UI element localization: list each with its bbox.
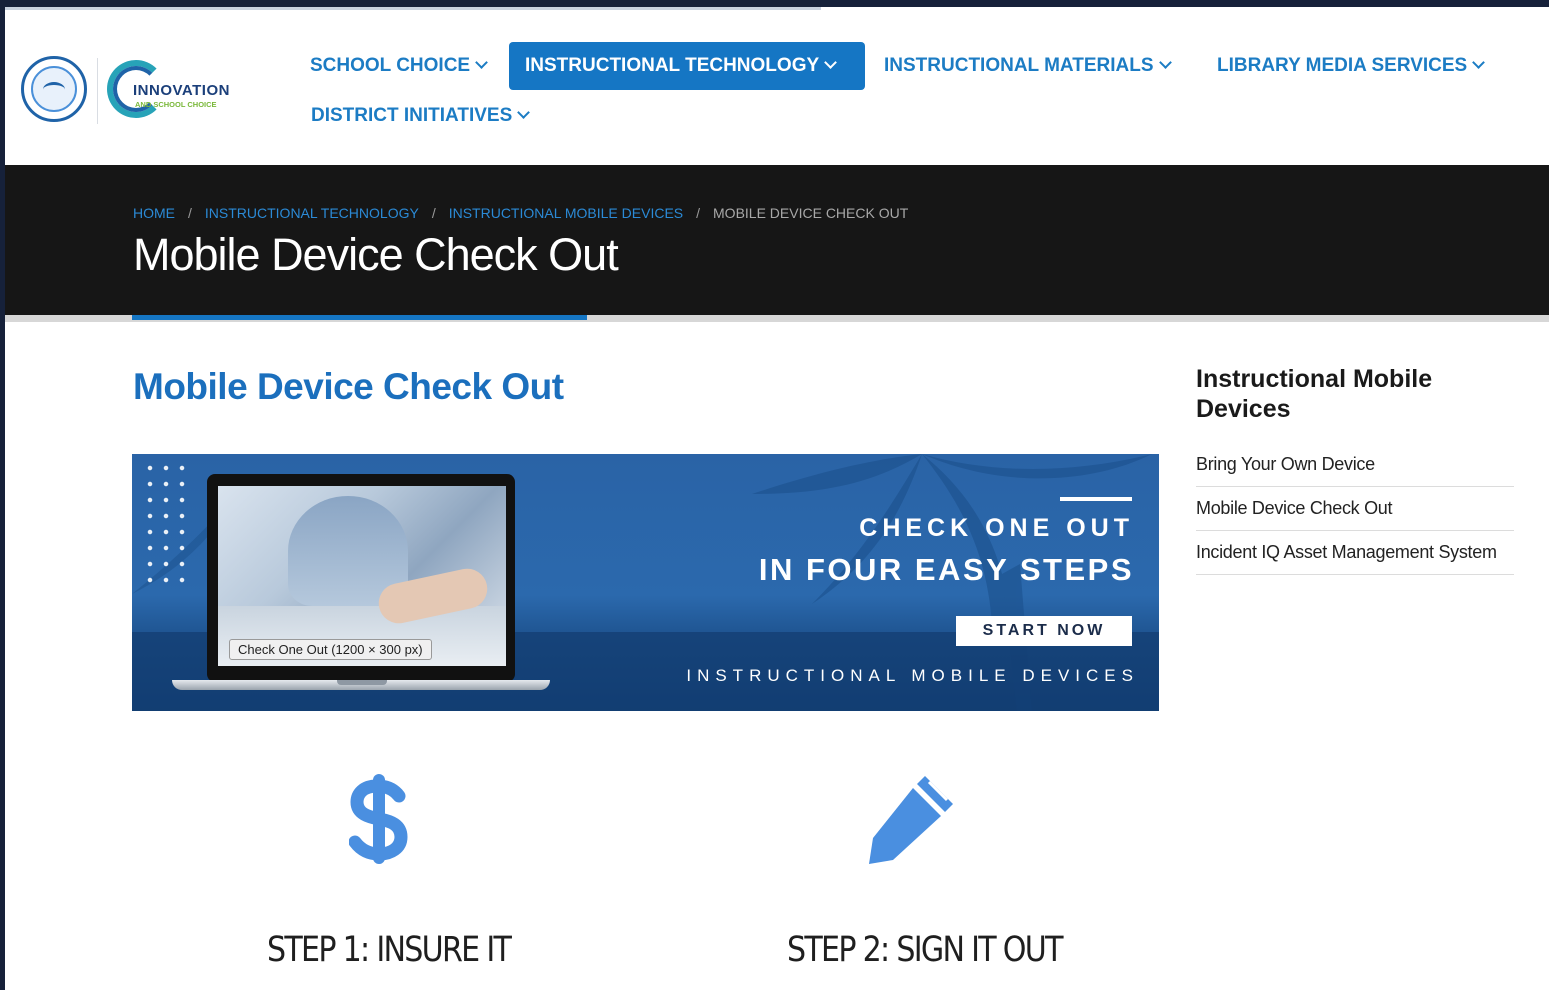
nav-label: INSTRUCTIONAL TECHNOLOGY	[525, 55, 820, 76]
district-seal-logo[interactable]	[21, 56, 87, 122]
breadcrumb-separator: /	[696, 205, 701, 221]
pencil-icon	[869, 776, 953, 864]
breadcrumb-instructional-technology[interactable]: INSTRUCTIONAL TECHNOLOGY	[205, 205, 419, 221]
page-title: Mobile Device Check Out	[133, 229, 619, 280]
dollar-icon	[349, 774, 408, 864]
page: INNOVATION AND SCHOOL CHOICE SCHOOL CHOI…	[5, 7, 1549, 990]
banner-subheadline: IN FOUR EASY STEPS	[758, 552, 1134, 587]
sidebar-link-byod[interactable]: Bring Your Own Device	[1196, 443, 1514, 487]
logo-divider	[97, 58, 98, 124]
nav-instructional-materials[interactable]: INSTRUCTIONAL MATERIALS	[868, 42, 1186, 90]
sidebar-link-mobile-device-check-out[interactable]: Mobile Device Check Out	[1196, 487, 1514, 531]
breadcrumb-current: MOBILE DEVICE CHECK OUT	[713, 205, 909, 221]
sidebar-title: Instructional Mobile Devices	[1196, 365, 1433, 423]
step-2-title: STEP 2: SIGN IT OUT	[787, 930, 1063, 970]
nav-label: DISTRICT INITIATIVES	[311, 105, 513, 126]
innovation-logo[interactable]: INNOVATION AND SCHOOL CHOICE	[107, 50, 232, 128]
step-1-title: STEP 1: INSURE IT	[267, 930, 512, 970]
nav-school-choice[interactable]: SCHOOL CHOICE	[294, 42, 502, 90]
nav-label: SCHOOL CHOICE	[310, 55, 471, 76]
breadcrumb-separator: /	[431, 205, 436, 221]
dots-decoration	[142, 460, 194, 590]
banner-headline: CHECK ONE OUT	[859, 514, 1134, 542]
breadcrumb-separator: /	[188, 205, 192, 221]
sidebar-link-incident-iq[interactable]: Incident IQ Asset Management System	[1196, 531, 1514, 575]
chevron-down-icon	[517, 106, 531, 119]
nav-library-media-services[interactable]: LIBRARY MEDIA SERVICES	[1201, 42, 1499, 90]
breadcrumb: HOME / INSTRUCTIONAL TECHNOLOGY / INSTRUCTIO…	[133, 205, 908, 221]
chevron-down-icon	[475, 56, 488, 69]
breadcrumb-home[interactable]: HOME	[133, 205, 175, 221]
laptop-notch	[337, 680, 387, 685]
check-out-banner[interactable]: Check One Out (1200 × 300 px) CHECK ONE …	[132, 454, 1159, 711]
chevron-down-icon	[824, 56, 838, 69]
banner-footer-text: INSTRUCTIONAL MOBILE DEVICES	[686, 666, 1139, 685]
seal-book-icon	[31, 66, 77, 112]
nav-district-initiatives[interactable]: DISTRICT INITIATIVES	[295, 92, 544, 140]
logo-subtitle: AND SCHOOL CHOICE	[135, 100, 217, 109]
nav-label: LIBRARY MEDIA SERVICES	[1217, 55, 1468, 76]
image-alt-tooltip: Check One Out (1200 × 300 px)	[229, 639, 432, 660]
hero-accent-bar	[132, 315, 587, 320]
banner-rule	[1060, 497, 1132, 501]
content-title: Mobile Device Check Out	[133, 366, 564, 407]
breadcrumb-instructional-mobile-devices[interactable]: INSTRUCTIONAL MOBILE DEVICES	[449, 205, 683, 221]
sidebar-links: Bring Your Own Device Mobile Device Chec…	[1196, 443, 1514, 575]
nav-instructional-technology[interactable]: INSTRUCTIONAL TECHNOLOGY	[509, 42, 865, 90]
chevron-down-icon	[1472, 56, 1486, 69]
start-now-button[interactable]: START NOW	[956, 616, 1132, 646]
logo-title: INNOVATION	[133, 82, 230, 99]
chevron-down-icon	[1158, 56, 1172, 69]
nav-label: INSTRUCTIONAL MATERIALS	[884, 55, 1154, 76]
site-header: INNOVATION AND SCHOOL CHOICE SCHOOL CHOI…	[5, 10, 1549, 165]
